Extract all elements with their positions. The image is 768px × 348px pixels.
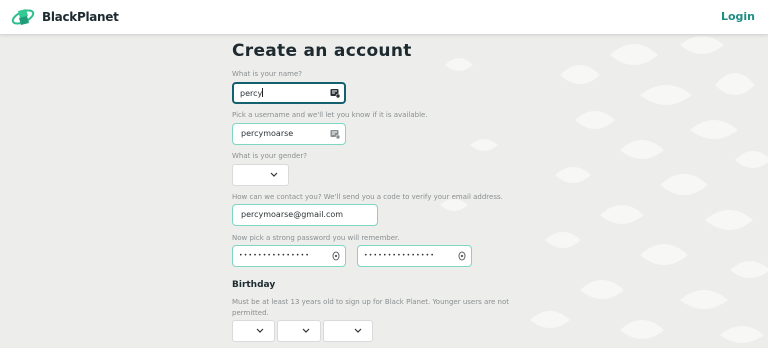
chevron-down-icon — [270, 172, 278, 177]
confirm-password-field[interactable]: ••••••••••••••• — [357, 245, 472, 267]
password-label: Now pick a strong password you will reme… — [232, 234, 400, 242]
text-cursor — [262, 88, 264, 97]
confirm-password-masked-value: ••••••••••••••• — [364, 252, 436, 259]
contact-card-icon[interactable] — [330, 129, 340, 139]
username-label: Pick a username and we'll let you know i… — [232, 111, 428, 119]
planet-logo-icon — [11, 9, 35, 25]
birthday-heading: Birthday — [232, 280, 276, 290]
top-navigation-bar: BlackPlanet Login — [0, 0, 768, 35]
gender-label: What is your gender? — [232, 152, 307, 160]
birthday-month-select[interactable] — [232, 320, 275, 342]
login-link[interactable]: Login — [721, 10, 755, 23]
birthday-year-select[interactable] — [323, 320, 373, 342]
eye-icon[interactable] — [457, 251, 467, 261]
name-field[interactable]: percy — [232, 82, 346, 104]
birthday-note: Must be at least 13 years old to sign up… — [232, 298, 509, 317]
password-field[interactable]: ••••••••••••••• — [232, 245, 346, 267]
chevron-down-icon — [256, 328, 264, 333]
gender-select[interactable] — [232, 164, 289, 186]
name-label: What is your name? — [232, 70, 302, 78]
username-value: percymoarse — [241, 129, 294, 138]
birthday-day-select[interactable] — [277, 320, 321, 342]
password-masked-value: ••••••••••••••• — [239, 252, 311, 259]
brand-name: BlackPlanet — [42, 10, 119, 24]
chevron-down-icon — [354, 328, 362, 333]
brand-logo[interactable]: BlackPlanet — [11, 5, 119, 29]
name-value: percy — [240, 89, 263, 98]
page-title: Create an account — [232, 41, 412, 61]
username-field[interactable]: percymoarse — [232, 123, 346, 145]
chevron-down-icon — [302, 328, 310, 333]
eye-icon[interactable] — [331, 251, 341, 261]
email-label: How can we contact you? We'll send you a… — [232, 193, 503, 201]
email-value: percymoarse@gmail.com — [241, 210, 344, 219]
email-field[interactable]: percymoarse@gmail.com — [232, 204, 378, 226]
contact-card-icon[interactable] — [330, 88, 340, 98]
